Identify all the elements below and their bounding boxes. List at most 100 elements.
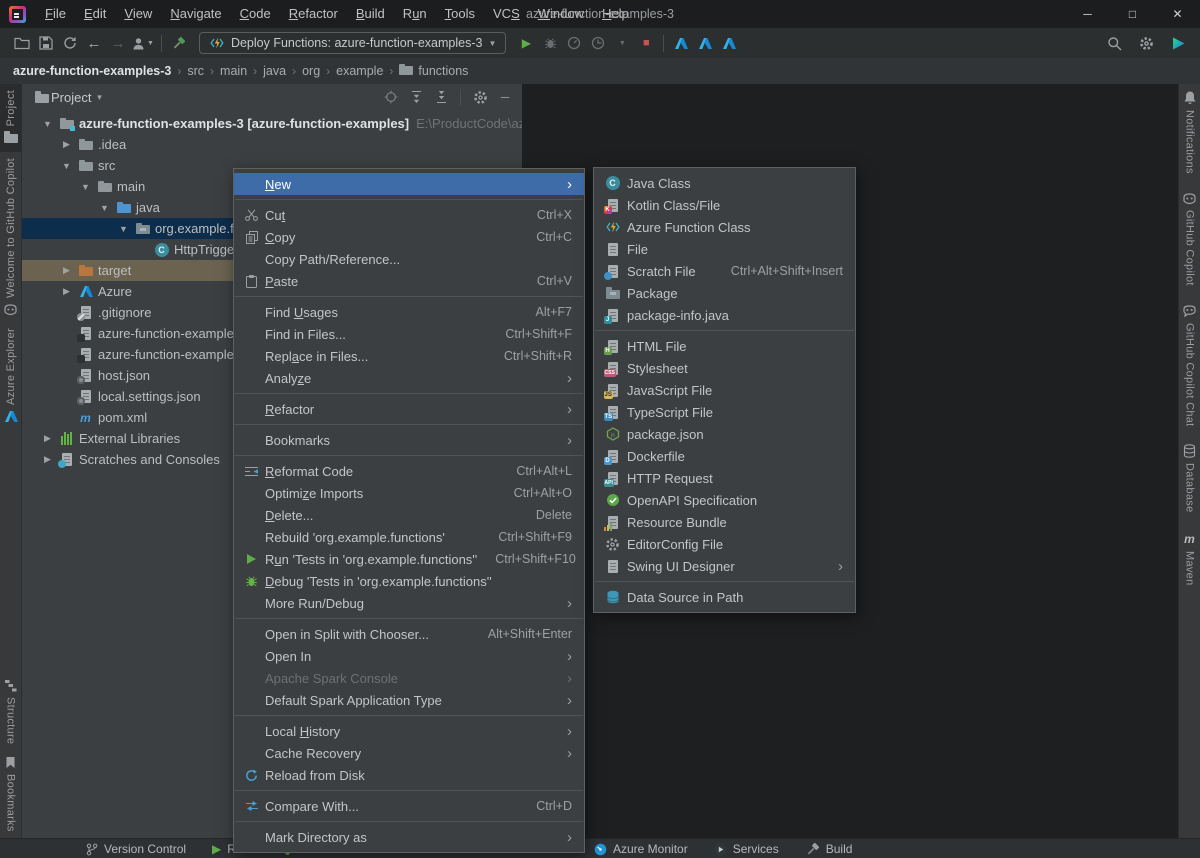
close-icon[interactable]: ✕ bbox=[1155, 0, 1200, 28]
chevron-collapsed-icon[interactable]: ▶ bbox=[38, 433, 57, 444]
collapse-all-icon[interactable] bbox=[430, 86, 452, 108]
breadcrumb-item-java[interactable]: java bbox=[263, 64, 286, 78]
chevron-expanded-icon[interactable]: ▼ bbox=[76, 182, 95, 192]
menu-item-package[interactable]: Package bbox=[594, 282, 855, 304]
chevron-expanded-icon[interactable]: ▼ bbox=[95, 203, 114, 213]
menu-item-find-usages[interactable]: Find UsagesAlt+F7 bbox=[234, 301, 584, 323]
menu-item-more-run-debug[interactable]: More Run/Debug› bbox=[234, 592, 584, 614]
menu-item-open-in-split-with-chooser[interactable]: Open in Split with Chooser...Alt+Shift+E… bbox=[234, 623, 584, 645]
menu-item-apache-spark-console[interactable]: Apache Spark Console› bbox=[234, 667, 584, 689]
menubar-item-run[interactable]: Run bbox=[394, 0, 436, 28]
stop-icon[interactable]: ■ bbox=[634, 31, 658, 55]
settings-gear-icon[interactable] bbox=[1134, 31, 1158, 55]
chevron-collapsed-icon[interactable]: ▶ bbox=[38, 454, 57, 465]
chevron-collapsed-icon[interactable]: ▶ bbox=[57, 286, 76, 297]
menu-item-replace-in-files[interactable]: Replace in Files...Ctrl+Shift+R bbox=[234, 345, 584, 367]
gradient-play-icon[interactable] bbox=[1166, 31, 1190, 55]
menu-item-azure-function-class[interactable]: Azure Function Class bbox=[594, 216, 855, 238]
dropdown-dim-icon[interactable]: ▼ bbox=[610, 31, 634, 55]
azure-explorer-tb-icon[interactable] bbox=[693, 31, 717, 55]
menu-item-default-spark-application-type[interactable]: Default Spark Application Type› bbox=[234, 689, 584, 711]
debug-bug-dim-icon[interactable] bbox=[538, 31, 562, 55]
back-icon[interactable]: ← bbox=[82, 31, 106, 55]
breadcrumb-item-src[interactable]: src bbox=[187, 64, 204, 78]
run-play-icon[interactable]: ▶ bbox=[514, 31, 538, 55]
menu-item-debug-tests-in-org-example-functions[interactable]: Debug 'Tests in 'org.example.functions'' bbox=[234, 570, 584, 592]
forward-icon[interactable]: → bbox=[106, 31, 130, 55]
menu-item-run-tests-in-org-example-functions[interactable]: Run 'Tests in 'org.example.functions''Ct… bbox=[234, 548, 584, 570]
coverage-dim-icon[interactable] bbox=[586, 31, 610, 55]
toolstrip-item-bookmarks[interactable]: Bookmarks bbox=[0, 750, 22, 838]
chevron-down-icon[interactable]: ▼ bbox=[95, 93, 103, 102]
maximize-icon[interactable]: □ bbox=[1110, 0, 1155, 28]
toolstrip-item-notifications[interactable]: Notifications bbox=[1179, 84, 1200, 180]
toolstrip-item-database[interactable]: Database bbox=[1179, 438, 1200, 519]
menu-item-openapi-specification[interactable]: OpenAPI Specification bbox=[594, 489, 855, 511]
menu-item-dockerfile[interactable]: DDockerfile bbox=[594, 445, 855, 467]
toolstrip-item-azure-explorer[interactable]: Azure Explorer bbox=[0, 322, 22, 429]
menu-item-rebuild-org-example-functions[interactable]: Rebuild 'org.example.functions'Ctrl+Shif… bbox=[234, 526, 584, 548]
menu-item-mark-directory-as[interactable]: Mark Directory as› bbox=[234, 826, 584, 848]
menu-item-open-in[interactable]: Open In› bbox=[234, 645, 584, 667]
menu-item-local-history[interactable]: Local History› bbox=[234, 720, 584, 742]
statusbar-item-version-control[interactable]: Version Control bbox=[86, 842, 186, 856]
menu-item-reformat-code[interactable]: Reformat CodeCtrl+Alt+L bbox=[234, 460, 584, 482]
menu-item-refactor[interactable]: Refactor› bbox=[234, 398, 584, 420]
azure-deploy-icon[interactable] bbox=[669, 31, 693, 55]
chevron-expanded-icon[interactable]: ▼ bbox=[38, 119, 57, 129]
breadcrumb-item-org[interactable]: org bbox=[302, 64, 320, 78]
run-configuration-combo[interactable]: Deploy Functions: azure-function-example… bbox=[199, 32, 506, 54]
menu-item-java-class[interactable]: CJava Class bbox=[594, 172, 855, 194]
menubar-item-tools[interactable]: Tools bbox=[436, 0, 484, 28]
menu-item-paste[interactable]: PasteCtrl+V bbox=[234, 270, 584, 292]
menu-item-resource-bundle[interactable]: Resource Bundle bbox=[594, 511, 855, 533]
statusbar-item-azure-monitor[interactable]: Azure Monitor bbox=[594, 842, 688, 856]
menu-item-package-info-java[interactable]: Jpackage-info.java bbox=[594, 304, 855, 326]
expand-all-icon[interactable] bbox=[405, 86, 427, 108]
menubar-item-vcs[interactable]: VCS bbox=[484, 0, 529, 28]
statusbar-item-build[interactable]: Build bbox=[805, 842, 853, 857]
menu-item-find-in-files[interactable]: Find in Files...Ctrl+Shift+F bbox=[234, 323, 584, 345]
breadcrumb-item-example[interactable]: example bbox=[336, 64, 383, 78]
chevron-expanded-icon[interactable]: ▼ bbox=[57, 161, 76, 171]
menubar-item-refactor[interactable]: Refactor bbox=[280, 0, 347, 28]
menu-item-swing-ui-designer[interactable]: Swing UI Designer› bbox=[594, 555, 855, 577]
menu-item-compare-with[interactable]: Compare With...Ctrl+D bbox=[234, 795, 584, 817]
menu-item-bookmarks[interactable]: Bookmarks› bbox=[234, 429, 584, 451]
breadcrumb-item-azure-function-examples-3[interactable]: azure-function-examples-3 bbox=[13, 64, 171, 78]
menu-item-delete[interactable]: Delete...Delete bbox=[234, 504, 584, 526]
toolstrip-item-github-copilot[interactable]: GitHub Copilot bbox=[1179, 186, 1200, 292]
menu-item-cut[interactable]: CutCtrl+X bbox=[234, 204, 584, 226]
menu-item-stylesheet[interactable]: CSSStylesheet bbox=[594, 357, 855, 379]
toolstrip-item-structure[interactable]: Structure bbox=[0, 673, 22, 750]
profile-dim-icon[interactable] bbox=[562, 31, 586, 55]
settings-gear-icon[interactable] bbox=[469, 86, 491, 108]
menu-item-http-request[interactable]: APIHTTP Request bbox=[594, 467, 855, 489]
menubar-item-view[interactable]: View bbox=[115, 0, 161, 28]
sync-icon[interactable] bbox=[58, 31, 82, 55]
menubar-item-file[interactable]: File bbox=[36, 0, 75, 28]
minimize-icon[interactable]: ─ bbox=[1065, 0, 1110, 28]
tree-row-azure-function-examples-3-azure-function-examples[interactable]: ▼azure-function-examples-3 [azure-functi… bbox=[22, 113, 522, 134]
azure-edit-icon[interactable] bbox=[717, 31, 741, 55]
toolstrip-item-project[interactable]: Project bbox=[0, 84, 22, 152]
menu-item-analyze[interactable]: Analyze› bbox=[234, 367, 584, 389]
project-panel-title[interactable]: Project bbox=[51, 90, 91, 105]
menubar-item-build[interactable]: Build bbox=[347, 0, 394, 28]
breadcrumb-item-main[interactable]: main bbox=[220, 64, 247, 78]
menubar-item-edit[interactable]: Edit bbox=[75, 0, 115, 28]
menu-item-optimize-imports[interactable]: Optimize ImportsCtrl+Alt+O bbox=[234, 482, 584, 504]
chevron-expanded-icon[interactable]: ▼ bbox=[114, 224, 133, 234]
build-hammer-icon[interactable] bbox=[167, 31, 191, 55]
menubar-item-navigate[interactable]: Navigate bbox=[161, 0, 230, 28]
menu-item-data-source-in-path[interactable]: Data Source in Path bbox=[594, 586, 855, 608]
menu-item-javascript-file[interactable]: JSJavaScript File bbox=[594, 379, 855, 401]
menu-item-copy[interactable]: CopyCtrl+C bbox=[234, 226, 584, 248]
locate-icon[interactable] bbox=[380, 86, 402, 108]
menu-item-file[interactable]: File bbox=[594, 238, 855, 260]
user-dropdown-icon[interactable]: ▼ bbox=[130, 31, 156, 55]
toolstrip-item-maven[interactable]: mMaven bbox=[1179, 525, 1200, 592]
menu-item-html-file[interactable]: HHTML File bbox=[594, 335, 855, 357]
save-icon[interactable] bbox=[34, 31, 58, 55]
chevron-collapsed-icon[interactable]: ▶ bbox=[57, 265, 76, 276]
